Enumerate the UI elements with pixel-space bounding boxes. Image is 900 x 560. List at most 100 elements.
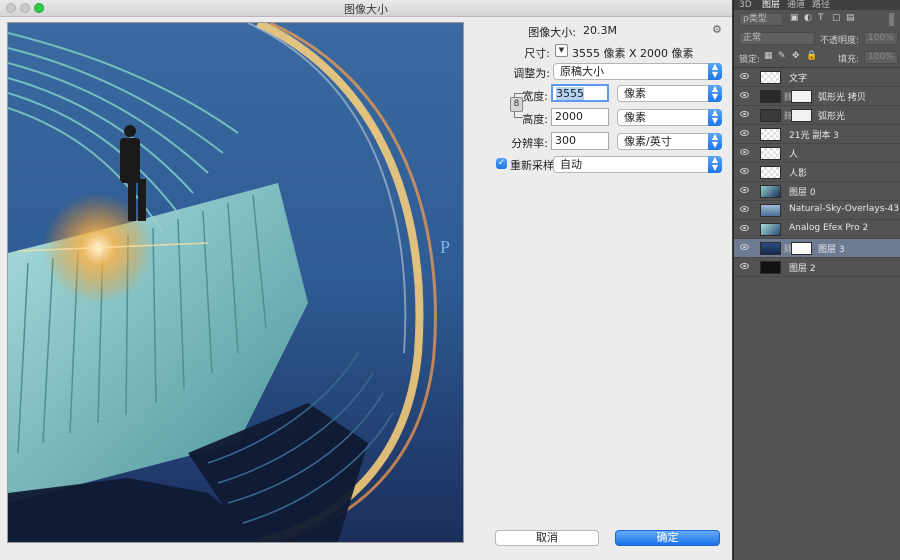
visibility-eye-icon[interactable]: [740, 168, 749, 174]
fit-to-label: 调整为:: [513, 67, 550, 80]
visibility-eye-icon[interactable]: [740, 92, 749, 98]
width-input[interactable]: 3555: [551, 84, 609, 102]
layer-row[interactable]: 人: [734, 144, 900, 163]
layer-thumbnail: [760, 204, 781, 217]
cancel-button[interactable]: 取消: [495, 530, 599, 546]
fill-label: 填充:: [838, 55, 860, 65]
lock-transparent-icon[interactable]: ▦: [764, 51, 773, 61]
visibility-eye-icon[interactable]: [740, 187, 749, 193]
tab-3d[interactable]: 3D: [739, 0, 752, 10]
visibility-eye-icon[interactable]: [740, 130, 749, 136]
opacity-input[interactable]: 100%: [864, 32, 898, 45]
layers-panel: 3D 图层 通道 路径 ρ类型 ▣ ◐ T ▢ ▤ 正常 不透明度: 100% …: [733, 0, 900, 560]
layer-row[interactable]: 图层 0: [734, 182, 900, 201]
layer-name: 图层 3: [818, 245, 845, 255]
opacity-label: 不透明度:: [820, 36, 860, 46]
image-size-label: 图像大小:: [528, 26, 576, 39]
image-size-value: 20.3M: [583, 24, 617, 37]
height-label: 高度:: [522, 113, 548, 126]
smart-object-filter-icon[interactable]: ▤: [846, 13, 855, 23]
layer-filter-select[interactable]: ρ类型: [739, 13, 783, 26]
tab-channels[interactable]: 通道: [787, 0, 805, 10]
layer-name: 21光 副本 3: [789, 131, 839, 141]
layer-mask-thumbnail: [791, 109, 812, 122]
visibility-eye-icon[interactable]: [740, 206, 749, 212]
layer-row[interactable]: ⛓ 弧形光 拷贝: [734, 87, 900, 106]
lock-move-icon[interactable]: ✥: [792, 51, 800, 61]
layer-row[interactable]: 人影: [734, 163, 900, 182]
height-unit-select[interactable]: 像素 ▲ ▼: [617, 109, 722, 126]
layer-name: Natural-Sky-Overlays-43: [789, 204, 900, 214]
select-arrows-icon: ▲ ▼: [708, 63, 722, 80]
layer-thumbnail: [760, 147, 781, 160]
type-filter-icon[interactable]: T: [818, 13, 824, 23]
select-arrows-icon: ▲ ▼: [708, 133, 722, 150]
layer-name: 图层 2: [789, 264, 816, 274]
height-input[interactable]: 2000: [551, 108, 609, 126]
resolution-value: 300: [555, 134, 576, 147]
resolution-input[interactable]: 300: [551, 132, 609, 150]
resolution-label: 分辨率:: [511, 137, 548, 150]
lock-all-icon[interactable]: 🔒: [806, 51, 817, 61]
resolution-unit-select[interactable]: 像素/英寸 ▲ ▼: [617, 133, 722, 150]
layer-name: 人: [789, 150, 799, 160]
pixel-filter-icon[interactable]: ▣: [790, 13, 799, 23]
dimensions-dropdown[interactable]: ▼: [555, 44, 568, 57]
lock-label: 锁定:: [739, 55, 761, 65]
resample-select[interactable]: 自动 ▲ ▼: [553, 156, 722, 173]
resample-label: 重新采样:: [510, 159, 558, 172]
width-value: 3555: [556, 87, 584, 100]
layer-thumbnail: [760, 109, 781, 122]
layer-name: 文字: [789, 74, 808, 84]
layer-name: 弧形光 拷贝: [818, 93, 866, 103]
layer-thumbnail: [760, 71, 781, 84]
width-unit-value: 像素: [624, 87, 646, 100]
layer-thumbnail: [760, 128, 781, 141]
shape-filter-icon[interactable]: ▢: [832, 13, 841, 23]
image-size-dialog: 图像大小 P 图像大小: 20.3M ⚙ 尺寸: ▼ 3555 像素 X 200…: [0, 0, 732, 560]
panel-tabs: 3D 图层 通道 路径: [734, 0, 900, 10]
layer-row[interactable]: ⛓ 弧形光: [734, 106, 900, 125]
layer-name: Analog Efex Pro 2: [789, 223, 869, 233]
lock-row: 锁定: ▦ ✎ ✥ 🔒 填充: 100%: [734, 49, 900, 67]
lock-brush-icon[interactable]: ✎: [778, 51, 786, 61]
layer-row[interactable]: 21光 副本 3: [734, 125, 900, 144]
fit-to-select[interactable]: 原稿大小 ▲ ▼: [553, 63, 722, 80]
blend-row: 正常 不透明度: 100%: [734, 30, 900, 48]
select-arrows-icon: ▲ ▼: [708, 109, 722, 126]
resample-checkbox[interactable]: ✓: [496, 158, 507, 169]
title-bar: 图像大小: [0, 0, 732, 17]
tab-layers[interactable]: 图层: [762, 0, 780, 10]
visibility-eye-icon[interactable]: [740, 225, 749, 231]
visibility-eye-icon[interactable]: [740, 244, 749, 250]
filter-toggle[interactable]: [889, 13, 894, 26]
settings-gear-icon[interactable]: ⚙: [712, 23, 722, 36]
layer-thumbnail: [760, 223, 781, 236]
width-unit-select[interactable]: 像素 ▲ ▼: [617, 85, 722, 102]
fill-input[interactable]: 100%: [864, 51, 898, 64]
layer-thumbnail: [760, 90, 781, 103]
layer-row[interactable]: Analog Efex Pro 2: [734, 220, 900, 239]
layer-row[interactable]: 图层 2: [734, 258, 900, 277]
select-arrows-icon: ▲ ▼: [708, 85, 722, 102]
image-preview[interactable]: P: [7, 22, 464, 543]
layer-thumbnail: [760, 185, 781, 198]
blend-mode-select[interactable]: 正常: [739, 32, 815, 45]
layer-row[interactable]: Natural-Sky-Overlays-43: [734, 201, 900, 220]
layer-row-selected[interactable]: ⛓ 图层 3: [734, 239, 900, 258]
visibility-eye-icon[interactable]: [740, 111, 749, 117]
visibility-eye-icon[interactable]: [740, 263, 749, 269]
layer-name: 弧形光: [818, 112, 846, 122]
resample-value: 自动: [560, 158, 582, 171]
visibility-eye-icon[interactable]: [740, 73, 749, 79]
layer-mask-thumbnail: [791, 242, 812, 255]
ok-button[interactable]: 确定: [615, 530, 720, 546]
layer-row[interactable]: 文字: [734, 68, 900, 87]
width-label: 宽度:: [522, 90, 548, 103]
tab-paths[interactable]: 路径: [812, 0, 830, 10]
fit-to-value: 原稿大小: [560, 65, 604, 78]
visibility-eye-icon[interactable]: [740, 149, 749, 155]
preview-artwork: P: [8, 23, 463, 542]
adjustment-filter-icon[interactable]: ◐: [804, 13, 812, 23]
layer-thumbnail: [760, 261, 781, 274]
